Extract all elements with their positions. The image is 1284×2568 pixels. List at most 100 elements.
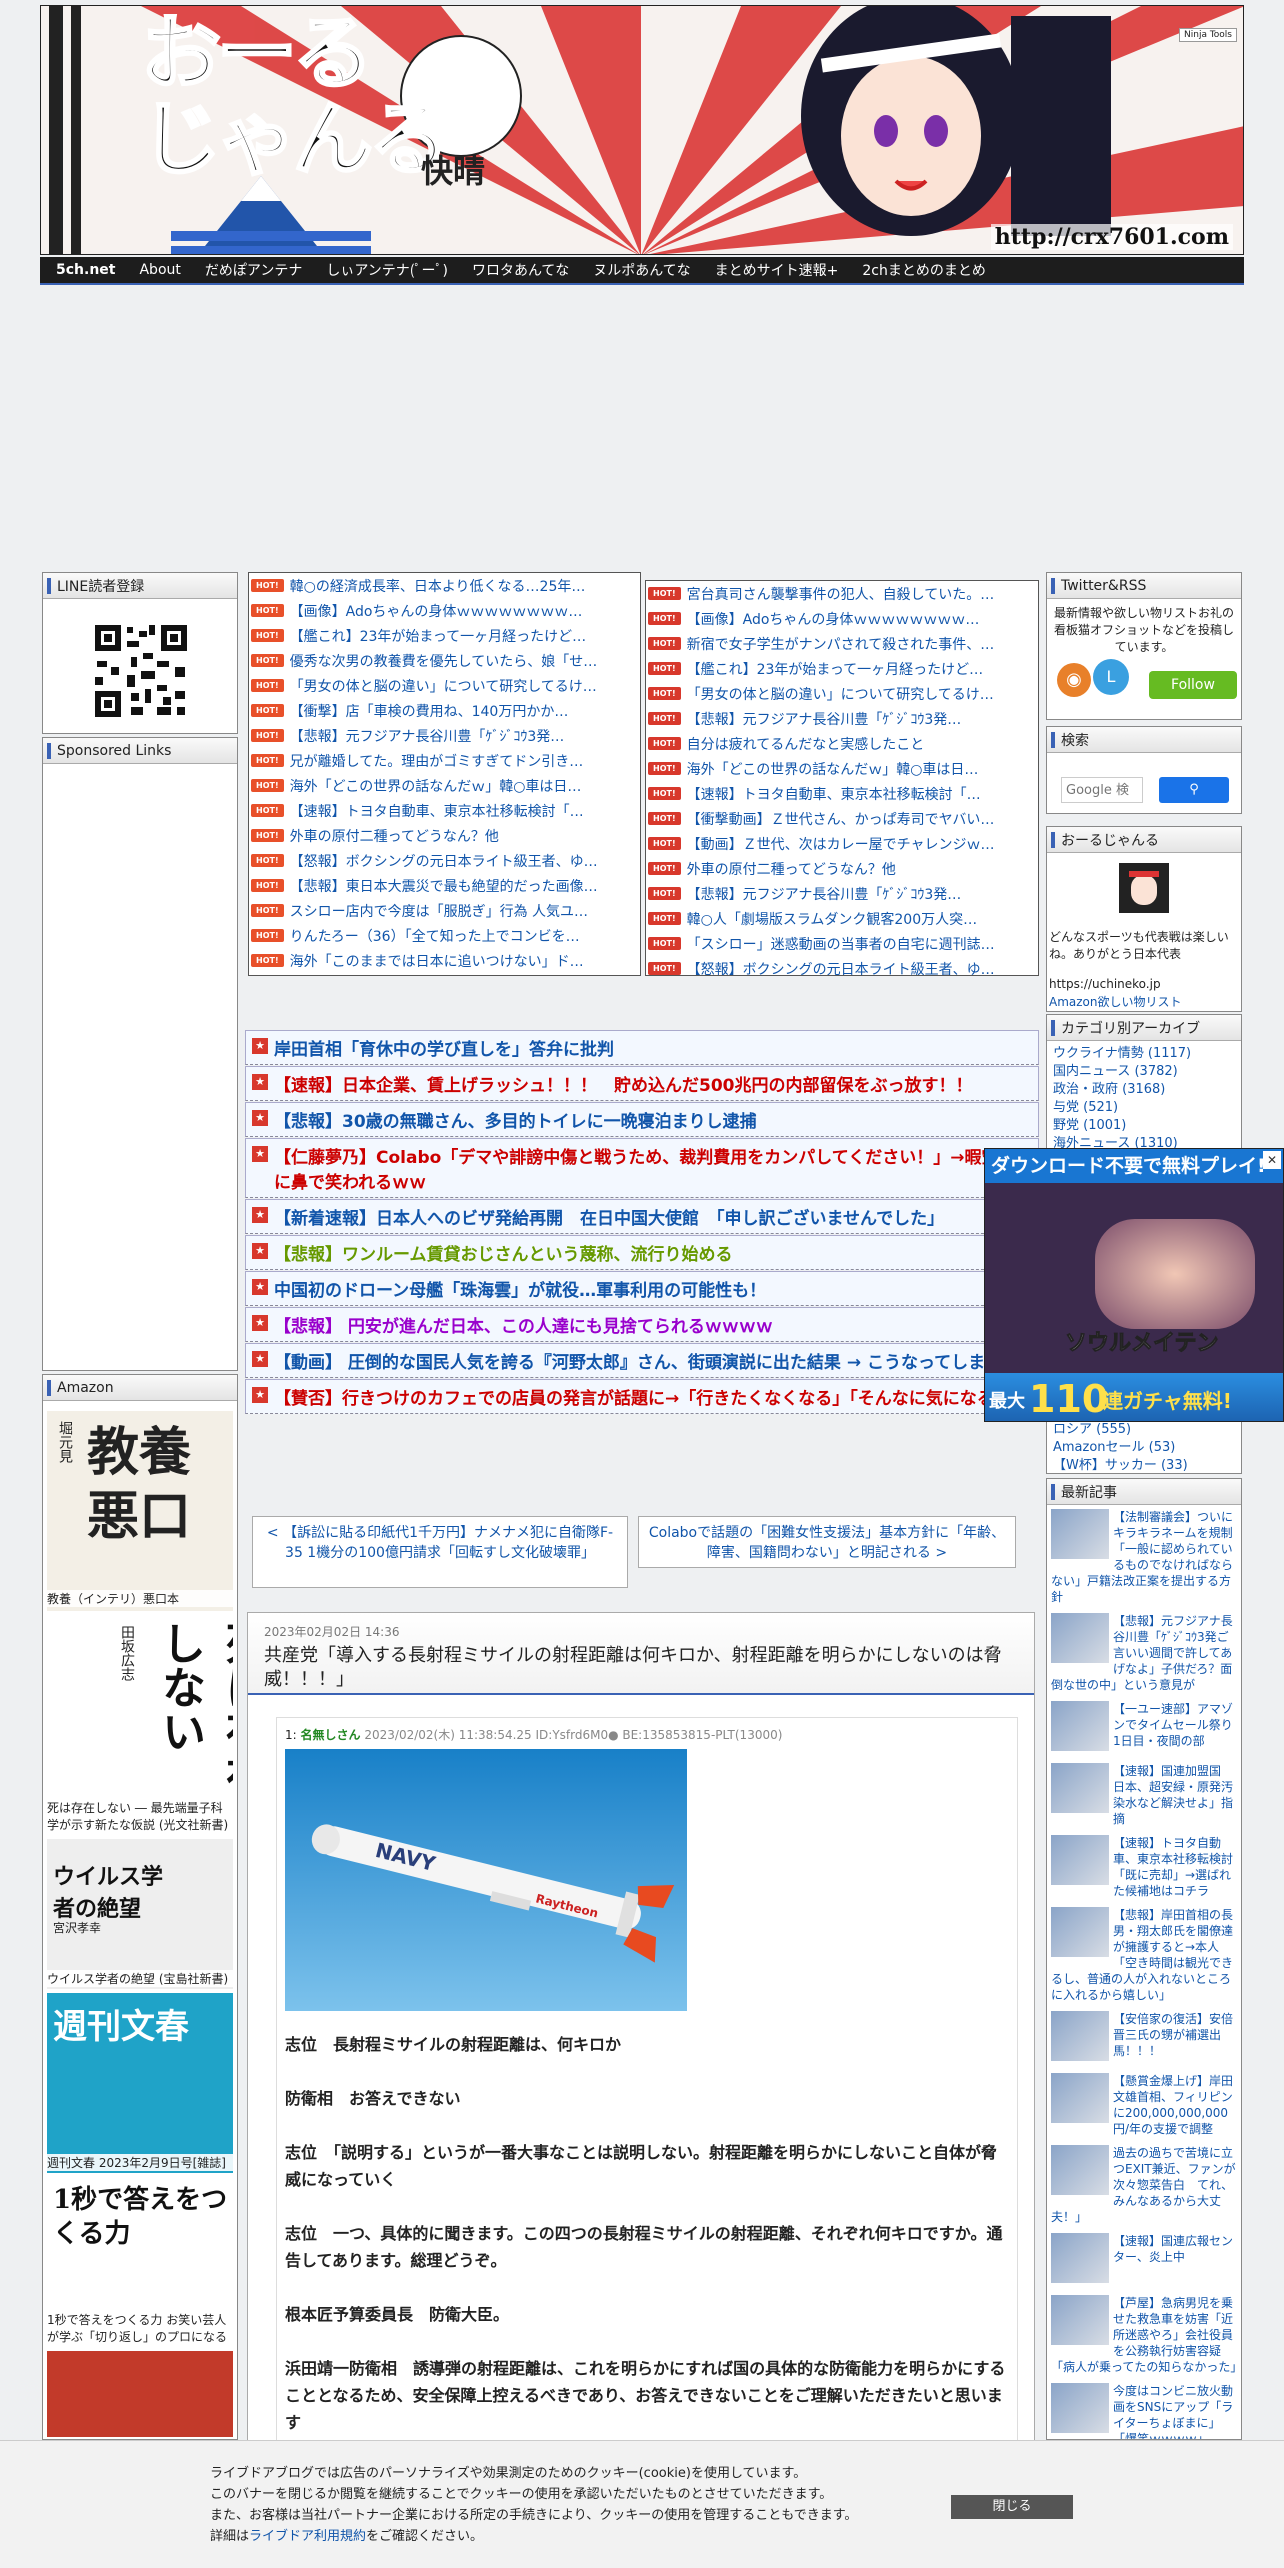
category-link[interactable]: 国内ニュース (3782) — [1053, 1063, 1235, 1081]
latest-thumbnail[interactable] — [1051, 1835, 1109, 1885]
latest-thumbnail[interactable] — [1051, 1509, 1109, 1559]
hot-item-link[interactable]: 韓○人「劇場版スラムダンク観客200万人突… — [687, 909, 978, 929]
hot-item[interactable]: HOT! 「男女の体と脳の違い」について研究してるけ… — [249, 673, 640, 698]
latest-item[interactable]: 今度はコンビニ放火動画をSNSにアップ「ライターちょぼまに」「爆笑ｗｗｗｗ」 — [1051, 2383, 1237, 2439]
rss-icon[interactable]: ◉ — [1057, 663, 1091, 697]
hot-item[interactable]: HOT! 韓○の経済成長率、日本より低くなる…25年… — [249, 573, 640, 598]
nav-about[interactable]: About — [139, 262, 180, 278]
hot-item-link[interactable]: 「男女の体と脳の違い」について研究してるけ… — [687, 684, 994, 704]
hot-item-link[interactable]: 宮台真司さん襲撃事件の犯人、自殺していた。… — [687, 584, 995, 604]
hot-item[interactable]: HOT! 海外「このままでは日本に追いつけない」ド… — [249, 948, 640, 973]
logo[interactable]: おーる じゃんる — [140, 9, 451, 184]
latest-item[interactable]: 【悲報】岸田首相の長男・翔太郎氏を閣僚達が擁護すると→本人「空き時間は観光できる… — [1051, 1907, 1237, 2003]
hot-item[interactable]: HOT! 【悲報】元フジアナ長谷川豊「ｹﾞｼﾞｺｳ3発… — [249, 723, 640, 748]
featured-item[interactable]: ★ 中国初のドローン母艦「珠海雲」が就役…軍事利用の可能性も！ — [245, 1271, 1039, 1306]
hot-item-link[interactable]: 【悲報】元フジアナ長谷川豊「ｹﾞｼﾞｺｳ3発… — [687, 884, 962, 904]
category-link[interactable]: ウクライナ情勢 (1117) — [1053, 1045, 1235, 1063]
featured-item[interactable]: ★ 【新着速報】日本人へのビザ発給再開 在日中国大使館 「申し訳ございませんでした… — [245, 1199, 1039, 1234]
hot-item-link[interactable]: 【衝撃】店「車検の費用ね、140万円かか… — [290, 701, 569, 721]
article-title[interactable]: 共産党「導入する長射程ミサイルの射程距離は何キロか、射程距離を明らかにしないのは… — [264, 1644, 1018, 1692]
latest-thumbnail[interactable] — [1051, 2073, 1109, 2123]
latest-item-link[interactable]: 【速報】トヨタ自動車、東京本社移転検討「既に売却」→選ばれた候補地はコチラ — [1113, 1836, 1233, 1898]
category-link[interactable]: 与党 (521) — [1053, 1099, 1235, 1117]
hot-item-link[interactable]: りんたろー（36）「全て知った上でコンビを… — [290, 926, 580, 946]
featured-item-link[interactable]: 【動画】 圧倒的な国民人気を誇る『河野太郎』さん、街頭演説に出た結果 → こうな… — [274, 1348, 1002, 1373]
book-item[interactable]: 教養 悪口 堀元見 教養（インテリ）悪口本 — [47, 1411, 233, 1611]
hot-item[interactable]: HOT! 【動画】Ｚ世代、次はカレー屋でチャレンジｗ… — [646, 831, 1038, 856]
category-link[interactable]: 【W杯】サッカー (33) — [1053, 1457, 1188, 1475]
latest-item[interactable]: 【速報】国連広報センター、炎上中 — [1051, 2233, 1237, 2287]
ad-overlay[interactable]: ダウンロード不要で無料プレイ! ✕ ソウルメイテン 最大 110 連ガチャ無料! — [984, 1148, 1284, 1422]
hot-item-link[interactable]: 【悲報】元フジアナ長谷川豊「ｹﾞｼﾞｺｳ3発… — [687, 709, 962, 729]
nav-5ch[interactable]: 5ch.net — [56, 262, 115, 278]
hot-item-link[interactable]: 韓○の経済成長率、日本より低くなる…25年… — [290, 576, 586, 596]
ninja-tools-badge[interactable]: Ninja Tools — [1179, 28, 1237, 42]
hot-item[interactable]: HOT! 自分は疲れてるんだなと実感したこと — [646, 731, 1038, 756]
hot-item-link[interactable]: 【悲報】東日本大震災で最も絶望的だった画像… — [290, 876, 598, 896]
hot-item-link[interactable]: 外車の原付二種ってどうなん？他 — [687, 859, 896, 879]
hot-item[interactable]: HOT! 外車の原付二種ってどうなん？他 — [646, 856, 1038, 881]
latest-item[interactable]: 【速報】トヨタ自動車、東京本社移転検討「既に売却」→選ばれた候補地はコチラ — [1051, 1835, 1237, 1899]
latest-thumbnail[interactable] — [1051, 2145, 1109, 2195]
hot-item[interactable]: HOT! 兄が離婚してた。理由がゴミすぎてドン引き… — [249, 748, 640, 773]
hot-item[interactable]: HOT! 【衝撃】店「車検の費用ね、140万円かか… — [249, 698, 640, 723]
next-article-link[interactable]: Colaboで話題の「困難女性支援法」基本方針に「年齢、障害、国籍問わない」と明… — [638, 1516, 1016, 1568]
latest-item[interactable]: 過去の過ちで苦境に立つEXIT兼近、ファンが次々惣菜告白 てれ、みんなあるから大… — [1051, 2145, 1237, 2225]
hot-item[interactable]: HOT! 【速報】トヨタ自動車、東京本社移転検討「… — [249, 798, 640, 823]
latest-item[interactable]: 【悲報】元フジアナ長谷川豊「ｹﾞｼﾞｺｳ3発ご言いい週間で許してあげなよ」子供だ… — [1051, 1613, 1237, 1693]
hot-item-link[interactable]: 【怒報】ボクシングの元日本ライト級王者、ゆ… — [687, 959, 995, 976]
hot-item[interactable]: HOT! 【艦これ】23年が始まって一ヶ月経ったけど… — [249, 623, 640, 648]
hot-item-link[interactable]: 【衝撃動画】Ｚ世代さん、かっぱ寿司でヤバい… — [687, 809, 995, 829]
hot-item[interactable]: HOT! 韓○人「劇場版スラムダンク観客200万人突… — [646, 906, 1038, 931]
hot-item[interactable]: HOT! 「男女の体と脳の違い」について研究してるけ… — [646, 681, 1038, 706]
hot-item[interactable]: HOT! 【速報】トヨタ自動車、東京本社移転検討「… — [646, 781, 1038, 806]
category-link[interactable]: 政治・政府 (3168) — [1053, 1081, 1235, 1099]
latest-thumbnail[interactable] — [1051, 1701, 1109, 1751]
hot-item-link[interactable]: 自分は疲れてるんだなと実感したこと — [687, 734, 925, 754]
hot-item[interactable]: HOT! 外車の原付二種ってどうなん？他 — [249, 823, 640, 848]
featured-item-link[interactable]: 【悲報】30歳の無職さん、多目的トイレに一晩寝泊まりし逮捕 — [274, 1107, 757, 1132]
hot-item-link[interactable]: 【速報】トヨタ自動車、東京本社移転検討「… — [290, 801, 584, 821]
nav-shii[interactable]: しぃアンテナ(ﾟーﾟ) — [326, 260, 448, 280]
featured-item[interactable]: ★ 【悲報】ワンルーム賃貸おじさんという蔑称、流行り始める — [245, 1235, 1039, 1270]
latest-item[interactable]: 【一ユー速部】アマゾンでタイムセール祭り 1日目・夜間の部 — [1051, 1701, 1237, 1755]
hot-item[interactable]: HOT! 【悲報】東日本大震災で最も絶望的だった画像… — [249, 873, 640, 898]
search-button[interactable]: ⚲ — [1159, 777, 1229, 803]
featured-item[interactable]: ★ 【賛否】行きつけのカフェでの店員の発言が話題に→「行きたくなくなる」「そんなに… — [245, 1379, 1039, 1414]
featured-item-link[interactable]: 【悲報】 円安が進んだ日本、この人達にも見捨てられるｗｗｗｗ — [274, 1312, 773, 1337]
latest-item[interactable]: 【懸賞金爆上げ】岸田文雄首相、フィリピンに200,000,000,000円/年の… — [1051, 2073, 1237, 2137]
hot-item-link[interactable]: 海外「このままでは日本に追いつけない」ド… — [290, 951, 584, 971]
hot-item-link[interactable]: 【画像】Adoちゃんの身体ｗｗｗｗｗｗｗｗ… — [687, 609, 980, 629]
prev-article-link[interactable]: < 【訴訟に貼る印紙代1千万円】ナメナメ犯に自衛隊F-35 1機分の100億円請… — [252, 1516, 628, 1588]
featured-item[interactable]: ★ 【悲報】 円安が進んだ日本、この人達にも見捨てられるｗｗｗｗ — [245, 1307, 1039, 1342]
featured-item-link[interactable]: 中国初のドローン母艦「珠海雲」が就役…軍事利用の可能性も！ — [274, 1276, 766, 1301]
livedoor-icon[interactable]: L — [1093, 659, 1129, 695]
hot-item[interactable]: HOT! りんたろー（36）「全て知った上でコンビを… — [249, 923, 640, 948]
latest-thumbnail[interactable] — [1051, 2383, 1109, 2433]
hot-item[interactable]: HOT! 【怒報】ボクシングの元日本ライト級王者、ゆ… — [646, 956, 1038, 976]
follow-button[interactable]: Follow — [1149, 671, 1237, 699]
book-item[interactable]: 1秒で答えをつくる力 1秒で答えをつくる力 お笑い芸人が学ぶ「切り返し」のプロに… — [47, 2177, 233, 2347]
hot-item-link[interactable]: 「スシロー」迷惑動画の当事者の自宅に週刊誌… — [687, 934, 995, 954]
hot-item-link[interactable]: 【艦これ】23年が始まって一ヶ月経ったけど… — [290, 626, 587, 646]
latest-item-link[interactable]: 【速報】国連広報センター、炎上中 — [1113, 2234, 1233, 2264]
book-item[interactable]: 週刊文春 週刊文春 2023年2月9日号[雑誌] — [47, 1993, 233, 2173]
nav-warota[interactable]: ワロタあんてな — [472, 260, 569, 280]
category-link[interactable]: 野党 (1001) — [1053, 1117, 1235, 1135]
nav-2ch-matome[interactable]: 2chまとめのまとめ — [862, 260, 985, 280]
hot-item-link[interactable]: 兄が離婚してた。理由がゴミすぎてドン引き… — [290, 751, 584, 771]
featured-item-link[interactable]: 【賛否】行きつけのカフェでの店員の発言が話題に→「行きたくなくなる」「そんなに気… — [274, 1384, 1028, 1409]
hot-item[interactable]: HOT! 【画像】Adoちゃんの身体ｗｗｗｗｗｗｗｗ… — [646, 606, 1038, 631]
hot-item[interactable]: HOT! 宮台真司さん襲撃事件の犯人、自殺していた。… — [646, 581, 1038, 606]
line-qr-code[interactable] — [91, 621, 191, 721]
hot-item-link[interactable]: 「男女の体と脳の違い」について研究してるけ… — [290, 676, 597, 696]
featured-item[interactable]: ★ 【動画】 圧倒的な国民人気を誇る『河野太郎』さん、街頭演説に出た結果 → こう… — [245, 1343, 1039, 1378]
nav-nurupo[interactable]: ヌルポあんてな — [593, 260, 690, 280]
ad-close-icon[interactable]: ✕ — [1263, 1151, 1281, 1169]
terms-link[interactable]: ライブドア利用規約 — [249, 2529, 366, 2544]
hot-item[interactable]: HOT! 海外「どこの世界の話なんだｗ」韓○車は日… — [249, 773, 640, 798]
featured-item-link[interactable]: 【速報】日本企業、賃上げラッシュ！！！ 貯め込んだ500兆円の内部留保をぶっ放す… — [274, 1071, 972, 1096]
hot-item-link[interactable]: スシロー店内で今度は「服脱ぎ」行為 人気ユ… — [290, 901, 588, 921]
wishlist-link[interactable]: Amazon欲しい物リスト — [1047, 993, 1184, 1010]
nav-matome-plus[interactable]: まとめサイト速報+ — [715, 260, 839, 280]
